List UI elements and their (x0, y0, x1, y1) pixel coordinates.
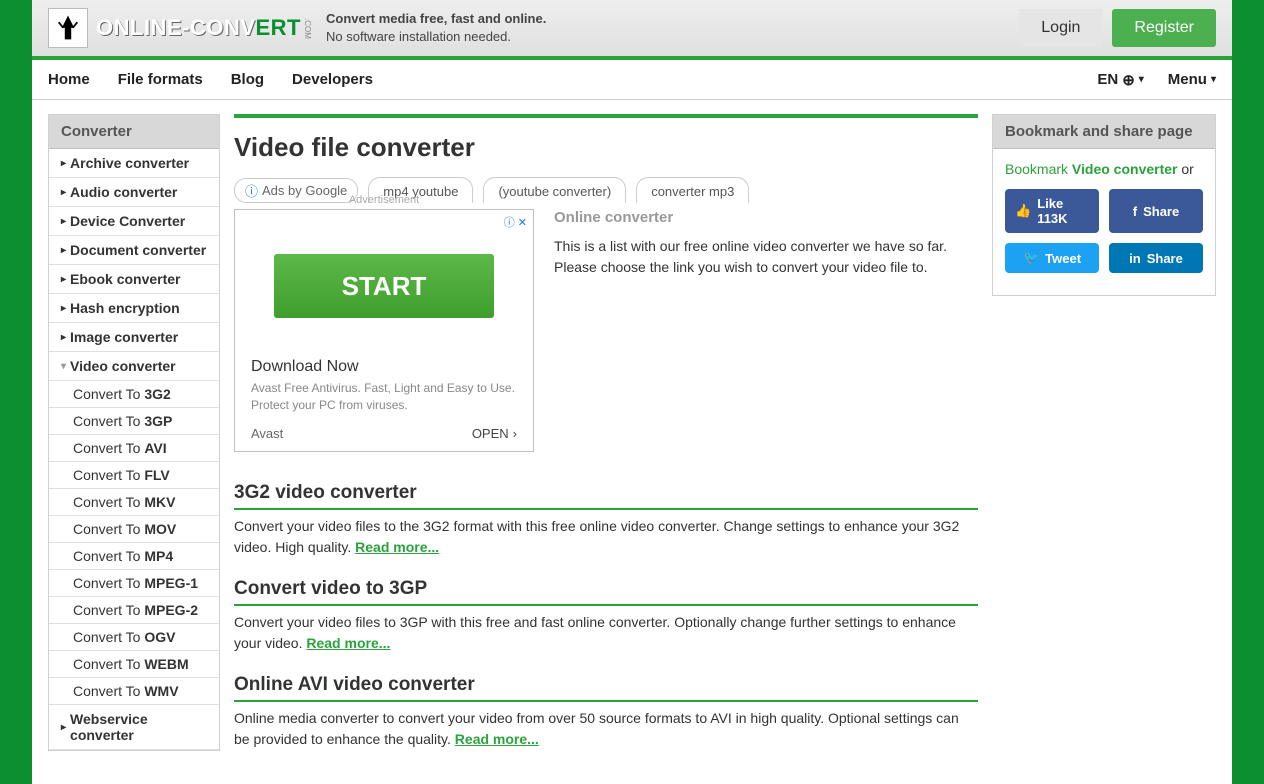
intro-box: Online converter This is a list with our… (554, 209, 978, 452)
converter-desc: Online media converter to convert your v… (234, 708, 978, 750)
arrow-right-icon: ▸ (61, 187, 66, 198)
sidebar-header: Converter (49, 115, 219, 149)
arrow-down-icon: ▾ (61, 361, 66, 372)
arrow-right-icon: ▸ (61, 722, 66, 733)
sidebar-sub-mpeg1[interactable]: Convert To MPEG-1 (49, 570, 219, 597)
converter-desc: Convert your video files to the 3G2 form… (234, 516, 978, 558)
sidebar-sub-mpeg2[interactable]: Convert To MPEG-2 (49, 597, 219, 624)
nav-home[interactable]: Home (48, 71, 104, 88)
linkedin-share-button[interactable]: inShare (1109, 243, 1203, 273)
sidebar-item-hash[interactable]: ▸Hash encryption (49, 294, 219, 323)
thumbs-up-icon: 👍 (1015, 203, 1031, 219)
chevron-down-icon: ▾ (1211, 74, 1216, 85)
ad-download-title: Download Now (251, 358, 517, 376)
rightbar: Bookmark and share page Bookmark Video c… (992, 114, 1216, 296)
chevron-right-icon: › (513, 426, 517, 441)
arrow-right-icon: ▸ (61, 332, 66, 343)
ad-brand: Avast (251, 426, 283, 441)
sidebar-item-video[interactable]: ▾Video converter (49, 352, 219, 381)
logo-icon[interactable] (48, 8, 88, 48)
globe-icon: ⊕ (1122, 71, 1135, 89)
twitter-icon: 🐦 (1023, 250, 1039, 266)
tweet-button[interactable]: 🐦Tweet (1005, 243, 1099, 273)
bookmark-link[interactable]: Video converter (1072, 161, 1178, 177)
converter-item-3gp: Convert video to 3GP Convert your video … (234, 578, 978, 654)
sidebar-sub-3g2[interactable]: Convert To 3G2 (49, 381, 219, 408)
intro-title: Online converter (554, 209, 978, 226)
converter-item-3g2: 3G2 video converter Convert your video f… (234, 482, 978, 558)
arrow-right-icon: ▸ (61, 158, 66, 169)
read-more-link[interactable]: Read more... (306, 635, 390, 651)
ad-open-button[interactable]: OPEN › (472, 426, 517, 441)
nav-developers[interactable]: Developers (278, 71, 387, 88)
arrow-right-icon: ▸ (61, 303, 66, 314)
register-button[interactable]: Register (1112, 9, 1216, 47)
sidebar-sub-flv[interactable]: Convert To FLV (49, 462, 219, 489)
converter-title[interactable]: Online AVI video converter (234, 674, 978, 702)
arrow-right-icon: ▸ (61, 216, 66, 227)
tagline: Convert media free, fast and online. No … (326, 10, 546, 46)
ad-close-icon[interactable]: ⓘ ✕ (504, 214, 527, 230)
sidebar-sub-avi[interactable]: Convert To AVI (49, 435, 219, 462)
sidebar-item-audio[interactable]: ▸Audio converter (49, 178, 219, 207)
main-content: Video file converter ⓘAds by Google mp4 … (234, 114, 978, 770)
linkedin-icon: in (1129, 251, 1141, 266)
sidebar-item-webservice[interactable]: ▸Webservice converter (49, 705, 219, 750)
menu-button[interactable]: Menu ▾ (1168, 71, 1216, 88)
sidebar-item-device[interactable]: ▸Device Converter (49, 207, 219, 236)
arrow-right-icon: ▸ (61, 274, 66, 285)
chevron-down-icon: ▾ (1139, 74, 1144, 85)
converter-title[interactable]: 3G2 video converter (234, 482, 978, 510)
sidebar-sub-mkv[interactable]: Convert To MKV (49, 489, 219, 516)
intro-text: This is a list with our free online vide… (554, 236, 978, 278)
nav-blog[interactable]: Blog (217, 71, 278, 88)
converter-title[interactable]: Convert video to 3GP (234, 578, 978, 606)
read-more-link[interactable]: Read more... (455, 731, 539, 747)
fb-like-button[interactable]: 👍Like 113K (1005, 189, 1099, 233)
ad-box[interactable]: Advertisement ⓘ ✕ START Download Now Ava… (234, 209, 534, 452)
ad-desc: Avast Free Antivirus. Fast, Light and Ea… (251, 380, 517, 414)
bookmark-text: Bookmark Video converter or (1005, 161, 1203, 177)
sidebar-item-document[interactable]: ▸Document converter (49, 236, 219, 265)
ad-label: Advertisement (235, 194, 533, 206)
converter-desc: Convert your video files to 3GP with thi… (234, 612, 978, 654)
converter-item-avi: Online AVI video converter Online media … (234, 674, 978, 750)
rightbar-header: Bookmark and share page (993, 115, 1215, 149)
sidebar-item-image[interactable]: ▸Image converter (49, 323, 219, 352)
lang-selector[interactable]: EN ⊕ ▾ (1097, 71, 1143, 89)
login-button[interactable]: Login (1019, 9, 1102, 47)
sidebar-sub-wmv[interactable]: Convert To WMV (49, 678, 219, 705)
page-title: Video file converter (234, 132, 978, 163)
logo-suffix: .COM (303, 18, 312, 39)
fb-share-button[interactable]: fShare (1109, 189, 1203, 233)
sidebar-sub-webm[interactable]: Convert To WEBM (49, 651, 219, 678)
sidebar-item-archive[interactable]: ▸Archive converter (49, 149, 219, 178)
logo-text[interactable]: ONLINE-CONVERT (96, 15, 301, 41)
header: ONLINE-CONVERT .COM Convert media free, … (32, 0, 1232, 56)
sidebar: Converter ▸Archive converter ▸Audio conv… (48, 114, 220, 751)
navbar: Home File formats Blog Developers EN ⊕ ▾… (32, 56, 1232, 100)
read-more-link[interactable]: Read more... (355, 539, 439, 555)
sidebar-sub-3gp[interactable]: Convert To 3GP (49, 408, 219, 435)
sidebar-sub-mov[interactable]: Convert To MOV (49, 516, 219, 543)
facebook-icon: f (1133, 204, 1137, 219)
accent-bar (234, 114, 978, 118)
arrow-right-icon: ▸ (61, 245, 66, 256)
sidebar-sub-ogv[interactable]: Convert To OGV (49, 624, 219, 651)
ad-link-3[interactable]: converter mp3 (636, 177, 749, 203)
nav-file-formats[interactable]: File formats (104, 71, 217, 88)
ad-start-button[interactable]: START (274, 254, 494, 318)
sidebar-item-ebook[interactable]: ▸Ebook converter (49, 265, 219, 294)
sidebar-sub-mp4[interactable]: Convert To MP4 (49, 543, 219, 570)
